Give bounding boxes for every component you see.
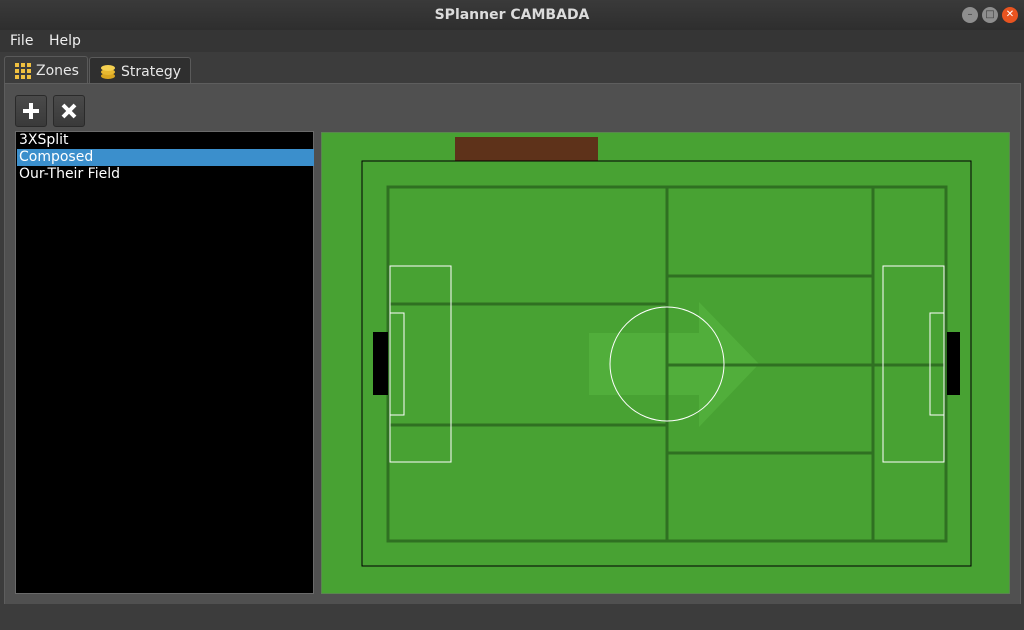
plus-icon bbox=[23, 103, 39, 119]
tab-strategy[interactable]: Strategy bbox=[89, 57, 191, 86]
menu-help[interactable]: Help bbox=[49, 30, 81, 52]
list-item[interactable]: 3XSplit bbox=[17, 132, 314, 149]
zones-list[interactable]: 3XSplit Composed Our-Their Field bbox=[15, 131, 314, 594]
minimize-icon[interactable]: – bbox=[962, 7, 978, 23]
coins-icon bbox=[101, 65, 115, 79]
field-view[interactable] bbox=[321, 132, 1010, 594]
menu-file[interactable]: File bbox=[10, 30, 33, 52]
status-bar bbox=[0, 604, 1024, 630]
grid-icon bbox=[15, 63, 31, 79]
maximize-icon[interactable]: □ bbox=[982, 7, 998, 23]
remove-zone-button[interactable] bbox=[53, 95, 85, 127]
tab-zones[interactable]: Zones bbox=[4, 56, 88, 86]
bench-area bbox=[455, 137, 598, 161]
list-item[interactable]: Composed bbox=[17, 149, 314, 166]
close-icon[interactable]: ✕ bbox=[1002, 7, 1018, 23]
title-bar: SPlanner CAMBADA – □ ✕ bbox=[0, 0, 1024, 30]
tab-zones-label: Zones bbox=[36, 63, 79, 79]
left-goal bbox=[373, 332, 388, 395]
tab-strategy-label: Strategy bbox=[121, 64, 181, 80]
x-icon bbox=[61, 103, 77, 119]
tab-bar: Zones Strategy bbox=[0, 52, 1024, 86]
zones-panel: 3XSplit Composed Our-Their Field bbox=[4, 83, 1021, 605]
menu-bar: File Help bbox=[0, 30, 1024, 52]
window-title: SPlanner CAMBADA bbox=[434, 7, 590, 23]
add-zone-button[interactable] bbox=[15, 95, 47, 127]
right-goal bbox=[947, 332, 960, 395]
list-item[interactable]: Our-Their Field bbox=[17, 166, 314, 183]
